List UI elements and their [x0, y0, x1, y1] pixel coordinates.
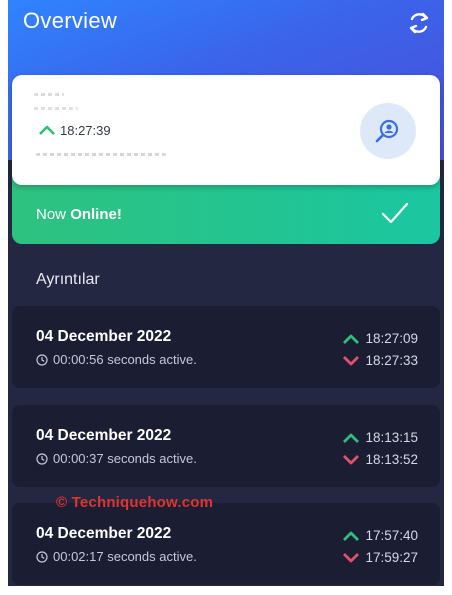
offline-arrow-icon: [343, 355, 360, 365]
online-prefix: Now: [36, 206, 67, 223]
watermark: © Techniquehow.com: [56, 494, 214, 511]
clock-icon: [36, 353, 48, 366]
online-arrow-icon: [39, 125, 55, 135]
session-online-time: 18:13:15: [365, 430, 418, 445]
online-arrow-icon: [343, 433, 360, 443]
session-offline-time: 18:13:52: [365, 452, 418, 467]
session-offline-time-row: 18:27:33: [342, 353, 418, 368]
app-screen: Overview Now Online! 18:27:39 Ayrıntılar…: [8, 0, 444, 586]
session-card[interactable]: 04 December 2022 00:02:17 seconds active…: [12, 503, 440, 585]
refresh-icon[interactable]: [406, 10, 432, 36]
session-online-time-row: 18:27:09: [342, 331, 418, 346]
clock-icon: [36, 452, 48, 465]
session-duration-row: 00:02:17 seconds active.: [36, 549, 197, 564]
clock-icon: [36, 550, 48, 563]
section-title-details: Ayrıntılar: [36, 271, 100, 288]
session-date: 04 December 2022: [36, 328, 172, 345]
session-duration: 00:02:17 seconds active.: [53, 549, 197, 564]
session-offline-time: 18:27:33: [365, 353, 418, 368]
session-online-time-row: 18:13:15: [342, 430, 418, 445]
session-offline-time-row: 18:13:52: [342, 452, 418, 467]
session-date: 04 December 2022: [36, 427, 172, 444]
session-online-time-row: 17:57:40: [342, 528, 418, 543]
last-seen-row: 18:27:39: [38, 122, 111, 138]
search-user-button[interactable]: [360, 103, 416, 159]
offline-arrow-icon: [343, 454, 360, 464]
tracked-user-card[interactable]: 18:27:39: [12, 75, 440, 185]
offline-arrow-icon: [343, 552, 360, 562]
session-duration-row: 00:00:56 seconds active.: [36, 352, 197, 367]
online-arrow-icon: [343, 531, 360, 541]
session-offline-time-row: 17:59:27: [342, 550, 418, 565]
blurred-phone: [36, 153, 166, 156]
page-title: Overview: [23, 8, 118, 33]
session-duration-row: 00:00:37 seconds active.: [36, 451, 197, 466]
session-card[interactable]: 04 December 2022 00:00:56 seconds active…: [12, 306, 440, 388]
session-offline-time: 17:59:27: [365, 550, 418, 565]
last-seen-time: 18:27:39: [60, 122, 111, 138]
blurred-username: [34, 93, 64, 96]
online-state: Online!: [70, 206, 122, 223]
check-icon: [381, 202, 409, 224]
online-arrow-icon: [343, 334, 360, 344]
blurred-name: [34, 107, 78, 110]
session-duration: 00:00:56 seconds active.: [53, 352, 197, 367]
search-person-icon: [375, 119, 399, 143]
session-online-time: 18:27:09: [365, 331, 418, 346]
session-duration: 00:00:37 seconds active.: [53, 451, 197, 466]
session-card[interactable]: 04 December 2022 00:00:37 seconds active…: [12, 405, 440, 487]
session-date: 04 December 2022: [36, 525, 172, 542]
online-status-text: Now Online!: [36, 206, 122, 223]
session-online-time: 17:57:40: [365, 528, 418, 543]
